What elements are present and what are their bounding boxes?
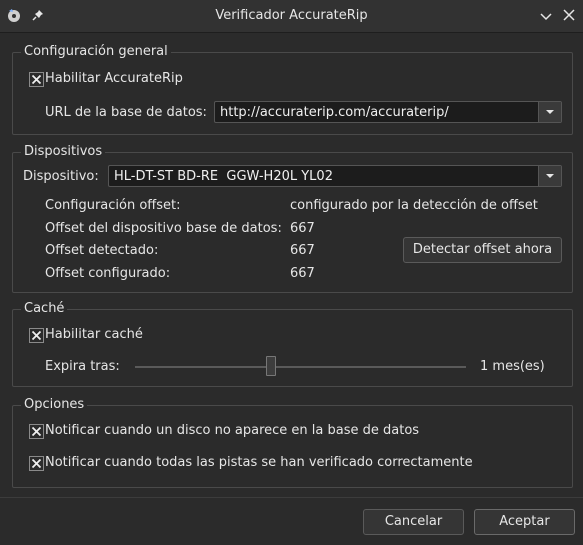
- device-value[interactable]: HL-DT-ST BD-RE GGW-H20L YL02: [114, 169, 333, 184]
- database-url-value[interactable]: http://accuraterip.com/accuraterip/: [220, 105, 449, 120]
- offset-config-label: Configuración offset:: [45, 198, 181, 213]
- database-url-dropdown-button[interactable]: [538, 102, 561, 122]
- notify-verified-label[interactable]: Notificar cuando todas las pistas se han…: [45, 455, 473, 470]
- detected-offset-value: 667: [290, 243, 315, 258]
- database-offset-value: 667: [290, 221, 315, 236]
- cache-legend: Caché: [21, 301, 68, 317]
- check-icon: [31, 74, 42, 85]
- device-combo[interactable]: HL-DT-ST BD-RE GGW-H20L YL02: [108, 165, 562, 187]
- check-icon: [31, 426, 42, 437]
- device-label: Dispositivo:: [23, 169, 99, 184]
- database-offset-label: Offset del dispositivo base de datos:: [45, 221, 282, 236]
- enable-accuraterip-checkbox[interactable]: [29, 72, 44, 87]
- chevron-down-icon: [546, 110, 554, 114]
- close-icon[interactable]: [563, 9, 575, 25]
- options-group: Opciones Notificar cuando un disco no ap…: [12, 397, 573, 488]
- notify-missing-checkbox[interactable]: [29, 424, 44, 439]
- detect-offset-button[interactable]: Detectar offset ahora: [403, 237, 562, 263]
- enable-accuraterip-label[interactable]: Habilitar AccurateRip: [45, 71, 183, 86]
- check-icon: [31, 458, 42, 469]
- title-bar: Verificador AccurateRip: [0, 0, 583, 33]
- device-dropdown-button[interactable]: [538, 166, 561, 186]
- window-title: Verificador AccurateRip: [215, 8, 368, 23]
- notify-missing-label[interactable]: Notificar cuando un disco no aparece en …: [45, 423, 419, 438]
- devices-legend: Dispositivos: [21, 144, 106, 160]
- offset-config-value: configurado por la detección de offset: [290, 198, 538, 213]
- expire-value: 1 mes(es): [480, 359, 545, 374]
- database-url-label: URL de la base de datos:: [45, 105, 207, 120]
- enable-cache-label[interactable]: Habilitar caché: [45, 327, 143, 342]
- general-settings-group: Configuración general Habilitar Accurate…: [12, 44, 573, 135]
- configured-offset-label: Offset configurado:: [45, 266, 171, 281]
- database-url-combo[interactable]: http://accuraterip.com/accuraterip/: [214, 101, 562, 123]
- chevron-down-icon: [546, 174, 554, 178]
- expire-slider-handle[interactable]: [265, 356, 276, 376]
- cancel-button[interactable]: Cancelar: [363, 509, 464, 535]
- cache-group: Caché Habilitar caché Expira tras: 1 mes…: [12, 301, 573, 387]
- enable-cache-checkbox[interactable]: [29, 328, 44, 343]
- footer-separator: [0, 497, 583, 498]
- accept-button[interactable]: Aceptar: [474, 509, 575, 535]
- notify-verified-checkbox[interactable]: [29, 456, 44, 471]
- general-settings-legend: Configuración general: [21, 44, 171, 60]
- minimize-chevron-down-icon[interactable]: [540, 11, 552, 26]
- options-legend: Opciones: [21, 397, 88, 413]
- devices-group: Dispositivos Dispositivo: HL-DT-ST BD-RE…: [12, 144, 573, 293]
- detected-offset-label: Offset detectado:: [45, 243, 159, 258]
- expire-label: Expira tras:: [45, 359, 120, 374]
- check-icon: [31, 330, 42, 341]
- expire-slider-track[interactable]: [135, 366, 466, 368]
- configured-offset-value: 667: [290, 266, 315, 281]
